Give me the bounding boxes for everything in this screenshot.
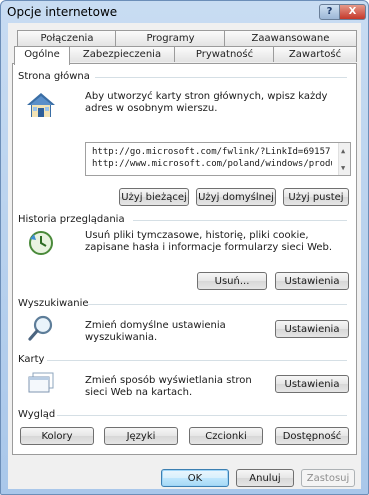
tab-zaawansowane[interactable]: Zaawansowane (224, 30, 357, 46)
appearance-section-divider (57, 415, 347, 416)
cancel-button[interactable]: Anuluj (236, 469, 294, 487)
window-title: Opcje internetowe (7, 5, 118, 19)
tabs-settings-button[interactable]: Ustawienia (275, 375, 349, 393)
tabs-icon (28, 372, 54, 393)
accessibility-button[interactable]: Dostępność (275, 427, 349, 445)
search-section-divider (87, 304, 347, 305)
delete-history-button[interactable]: Usuń... (197, 272, 267, 290)
tab-zabezpieczenia[interactable]: Zabezpieczenia (68, 46, 176, 62)
tab-zawartosc[interactable]: Zawartość (273, 46, 357, 62)
history-settings-button[interactable]: Ustawienia (275, 272, 349, 290)
search-settings-button[interactable]: Ustawienia (275, 320, 349, 338)
search-section-title: Wyszukiwanie (18, 298, 89, 309)
tab-polaczenia[interactable]: Połączenia (17, 30, 117, 46)
dialog-client: Połączenia Programy Zaawansowane Ogólne … (8, 23, 361, 489)
tab-programy[interactable]: Programy (115, 30, 226, 46)
search-description: Zmień domyślne ustawienia wyszukiwania. (85, 320, 226, 343)
history-icon (29, 231, 53, 255)
help-button[interactable]: ? (319, 4, 340, 20)
ok-button[interactable]: OK (161, 469, 229, 487)
home-urls-textarea[interactable]: http://go.microsoft.com/fwlink/?LinkId=6… (85, 142, 351, 176)
history-section-title: Historia przeglądania (18, 214, 125, 225)
use-current-button[interactable]: Użyj bieżącej (119, 188, 189, 206)
general-tab-panel: Strona główna Aby utworzyć karty stron g… (12, 63, 357, 455)
home-description: Aby utworzyć karty stron głównych, wpisz… (85, 91, 328, 114)
tabs-section-divider (47, 360, 347, 361)
home-icon (27, 93, 55, 117)
home-url-line: http://go.microsoft.com/fwlink/?LinkId=6… (92, 147, 331, 157)
close-button[interactable]: X (339, 4, 366, 20)
history-section-divider (133, 220, 347, 221)
tabs-section-title: Karty (18, 354, 45, 365)
home-section-title: Strona główna (18, 71, 90, 82)
colors-button[interactable]: Kolory (20, 427, 94, 445)
home-section-divider (95, 77, 347, 78)
dialog-window: Opcje internetowe ? X Połączenia Program… (0, 0, 369, 495)
apply-button[interactable]: Zastosuj (301, 469, 355, 487)
fonts-button[interactable]: Czcionki (189, 427, 263, 445)
appearance-section-title: Wygląd (18, 409, 56, 420)
home-urls-scrollbar[interactable]: ▲ ▼ (338, 143, 350, 175)
tab-prywatnosc[interactable]: Prywatność (174, 46, 275, 62)
scroll-up-icon[interactable]: ▲ (341, 147, 345, 155)
search-magnifier-icon (28, 315, 53, 341)
title-bar[interactable]: Opcje internetowe ? X (1, 1, 368, 23)
tabs-description: Zmień sposób wyświetlania stron sieci We… (85, 375, 252, 398)
scroll-down-icon[interactable]: ▼ (341, 164, 345, 172)
tab-ogolne[interactable]: Ogólne (14, 46, 70, 65)
home-url-line: http://www.microsoft.com/poland/windows/… (92, 159, 332, 169)
history-description: Usuń pliki tymczasowe, historię, pliki c… (85, 230, 333, 253)
use-blank-button[interactable]: Użyj pustej (283, 188, 349, 206)
languages-button[interactable]: Języki (104, 427, 178, 445)
use-default-button[interactable]: Użyj domyślnej (196, 188, 276, 206)
